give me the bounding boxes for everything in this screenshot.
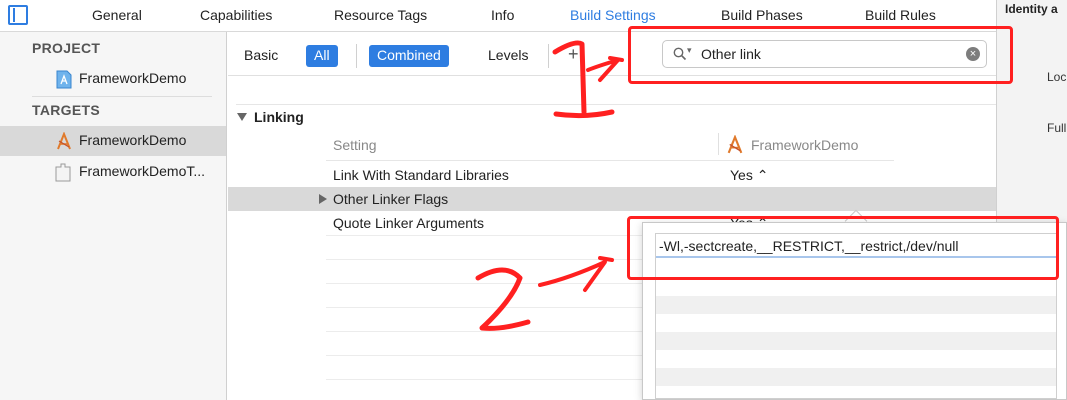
setting-row[interactable]: Link With Standard Libraries Yes ⌃	[228, 163, 996, 187]
filter-divider	[356, 44, 357, 68]
annotation-box-flag	[627, 216, 1059, 280]
column-header-target: FrameworkDemo	[751, 137, 859, 153]
project-item-label: FrameworkDemo	[79, 70, 187, 86]
inspector-fullpath-label: Full	[1047, 121, 1067, 135]
filter-combined-button[interactable]: Combined	[369, 45, 449, 67]
nav-divider	[32, 96, 212, 97]
setting-row-selected[interactable]: Other Linker Flags	[228, 187, 996, 211]
sidebar-toggle-icon[interactable]	[8, 5, 28, 25]
test-bundle-icon	[55, 163, 71, 182]
tab-info[interactable]: Info	[491, 7, 514, 23]
tab-build-settings[interactable]: Build Settings	[570, 7, 656, 23]
target-column-icon	[727, 135, 743, 154]
setting-value[interactable]: Yes ⌃	[730, 167, 768, 184]
filter-levels-button[interactable]: Levels	[480, 45, 536, 67]
list-row	[656, 296, 1056, 314]
section-title-linking[interactable]: Linking	[254, 109, 304, 125]
tab-general[interactable]: General	[92, 7, 142, 23]
tab-capabilities[interactable]: Capabilities	[200, 7, 272, 23]
disclosure-open-icon[interactable]	[237, 113, 247, 121]
inspector-title: Identity a	[1005, 2, 1058, 16]
target-item-frameworkdemo[interactable]: FrameworkDemo	[0, 126, 226, 156]
inspector-location-label: Loc	[1047, 70, 1067, 84]
project-header: PROJECT	[32, 40, 101, 56]
filter-basic-button[interactable]: Basic	[236, 45, 286, 67]
setting-name: Other Linker Flags	[333, 191, 449, 207]
target-item-tests[interactable]: FrameworkDemoT...	[0, 157, 226, 187]
filter-divider	[548, 44, 549, 68]
project-navigator: PROJECT FrameworkDemo TARGETS FrameworkD…	[0, 32, 227, 400]
header-divider	[326, 160, 894, 161]
annotation-number-two	[475, 267, 531, 331]
app-target-icon	[57, 132, 71, 150]
tab-build-rules[interactable]: Build Rules	[865, 7, 936, 23]
tab-build-phases[interactable]: Build Phases	[721, 7, 803, 23]
section-divider	[236, 104, 996, 105]
tab-resource-tags[interactable]: Resource Tags	[334, 7, 427, 23]
project-file-icon	[56, 70, 72, 89]
column-header-setting: Setting	[333, 137, 377, 153]
annotation-arrow-two	[538, 256, 614, 292]
disclosure-closed-icon[interactable]	[319, 194, 327, 204]
setting-name: Quote Linker Arguments	[333, 215, 484, 231]
target-item-label: FrameworkDemoT...	[79, 163, 206, 179]
project-item[interactable]: FrameworkDemo	[0, 64, 226, 94]
targets-header: TARGETS	[32, 102, 100, 118]
column-divider	[718, 133, 719, 155]
add-setting-button[interactable]: +	[568, 44, 579, 65]
setting-name: Link With Standard Libraries	[333, 167, 509, 183]
filter-all-button[interactable]: All	[306, 45, 338, 67]
list-row	[656, 332, 1056, 350]
annotation-box-search	[628, 26, 1013, 84]
list-row	[656, 368, 1056, 386]
target-item-label: FrameworkDemo	[79, 132, 187, 148]
